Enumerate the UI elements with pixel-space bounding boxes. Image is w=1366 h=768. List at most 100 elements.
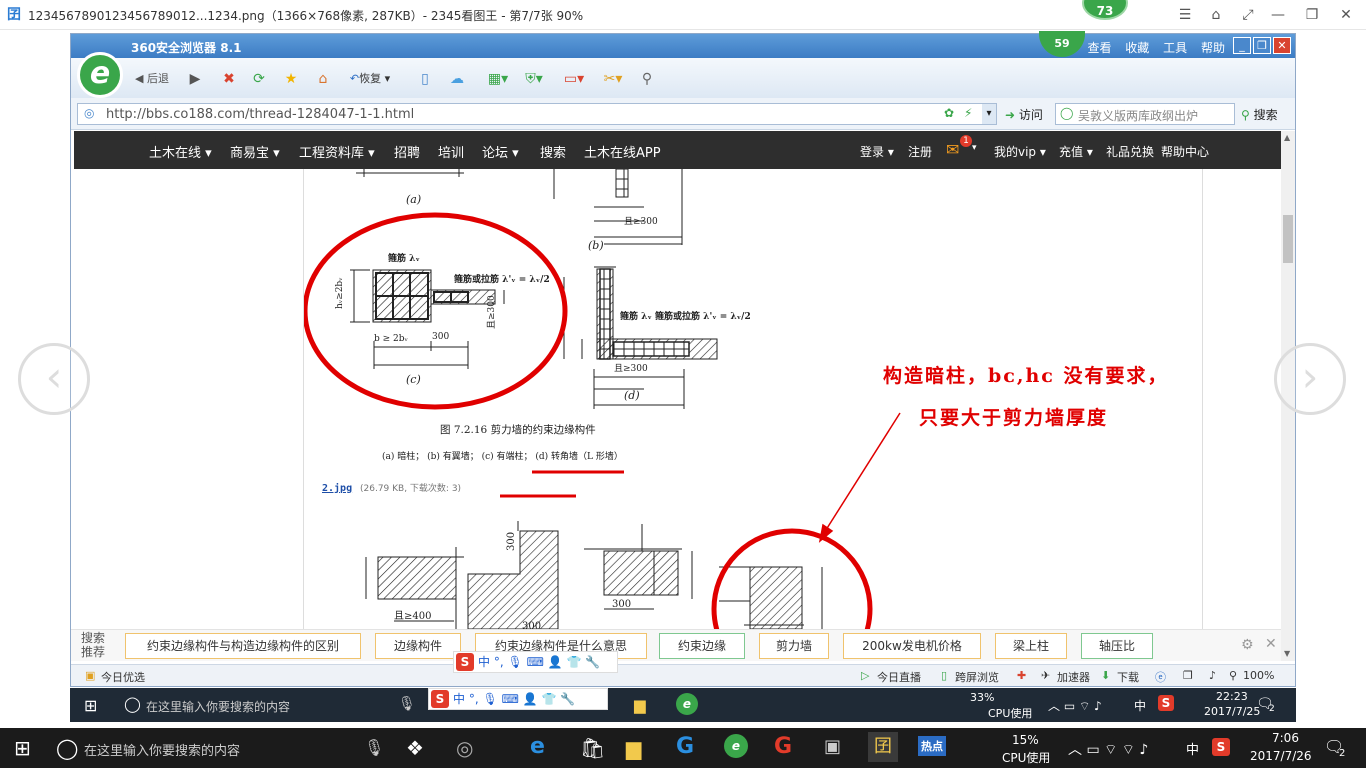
menu-favorites[interactable]: 收藏: [1125, 41, 1149, 55]
cloud-icon[interactable]: ☁: [443, 69, 471, 89]
cortana-icon[interactable]: ◯: [124, 695, 141, 713]
nav-app[interactable]: 土木在线APP: [584, 142, 661, 161]
close-icon[interactable]: ✕: [1338, 7, 1354, 23]
ime-toolbar[interactable]: S中 °, 🎙 ⌨ 👤 👕 🔧: [453, 651, 618, 673]
nav-shangyibao[interactable]: 商易宝 ▾: [230, 142, 280, 161]
status-zoom[interactable]: 100%: [1243, 669, 1274, 682]
nav-search[interactable]: 搜索: [540, 142, 566, 161]
image-app-icon[interactable]: ▣: [824, 736, 841, 757]
tray-icons[interactable]: ︿ ▭ ⌔ ♪: [1048, 697, 1102, 714]
search-input[interactable]: ◯ 吴敦义版两库政纲出炉: [1055, 103, 1235, 125]
nav-forum[interactable]: 论坛 ▾: [482, 142, 519, 161]
nav-register[interactable]: 注册: [908, 143, 932, 160]
back-button[interactable]: ◀ 后退: [129, 69, 175, 89]
menu-tools[interactable]: 工具: [1163, 41, 1187, 55]
nav-training[interactable]: 培训: [438, 142, 464, 161]
store-icon[interactable]: 🛍: [580, 736, 605, 760]
mic-icon[interactable]: 🎙: [398, 696, 416, 712]
ie-icon[interactable]: ⓔ: [1155, 669, 1166, 685]
visit-button[interactable]: ➜ 访问: [1005, 106, 1043, 123]
scroll-up-icon[interactable]: ▲: [1284, 133, 1290, 142]
close-recommend-icon[interactable]: ✕: [1265, 636, 1277, 652]
ime-toolbar-taskbar[interactable]: S中 °, 🎙 ⌨ 👤 👕 🔧: [428, 688, 608, 710]
sogou-tray-icon[interactable]: S: [1158, 695, 1174, 711]
skin-icon[interactable]: ⌂: [1208, 7, 1224, 23]
translate-icon[interactable]: ▭▾: [561, 69, 587, 89]
browser-close-button[interactable]: ✕: [1273, 37, 1291, 54]
nav-library[interactable]: 工程资料库 ▾: [299, 142, 375, 161]
attachment-link[interactable]: 2.jpg: [322, 482, 352, 494]
minimize-icon[interactable]: —: [1270, 7, 1286, 23]
screenshot-icon[interactable]: ✂▾: [599, 69, 627, 89]
restore-button[interactable]: ↶恢复 ▾: [345, 69, 395, 89]
inner-lang[interactable]: 中: [1134, 697, 1146, 714]
app-g-icon[interactable]: G: [676, 734, 694, 759]
browser-360-icon[interactable]: e: [676, 693, 698, 715]
address-dropdown-icon[interactable]: ▾: [982, 104, 996, 124]
status-window[interactable]: 跨屏浏览: [955, 669, 999, 685]
forward-icon[interactable]: ▶: [185, 69, 205, 89]
windows-start-icon[interactable]: ⊞: [84, 696, 97, 715]
inner-search-box[interactable]: 在这里输入你要搜索的内容: [146, 698, 290, 715]
apps-icon[interactable]: ▦▾: [485, 69, 511, 89]
nav-my-vip[interactable]: 我的vip ▾: [994, 143, 1046, 160]
cortana-icon[interactable]: ◯: [56, 736, 78, 760]
recommend-chip[interactable]: 梁上柱: [995, 633, 1067, 659]
scroll-down-icon[interactable]: ▼: [1284, 649, 1290, 658]
recommend-chip[interactable]: 200kw发电机价格: [843, 633, 981, 659]
status-live[interactable]: 今日直播: [877, 669, 921, 685]
outer-search-box[interactable]: 在这里输入你要搜索的内容: [84, 740, 240, 759]
status-download[interactable]: 下载: [1117, 669, 1139, 685]
mic-icon[interactable]: 🎙: [364, 738, 384, 757]
explorer-icon[interactable]: ▆: [626, 736, 641, 760]
recommend-chip[interactable]: 约束边缘: [659, 633, 745, 659]
maximize-icon[interactable]: ❐: [1304, 7, 1320, 23]
recommend-chip[interactable]: 边缘构件: [375, 633, 461, 659]
recommend-chip[interactable]: 约束边缘构件与构造边缘构件的区别: [125, 633, 361, 659]
favorite-star-icon[interactable]: ★: [281, 69, 301, 89]
edge-icon[interactable]: e: [530, 734, 545, 759]
menu-help[interactable]: 帮助: [1201, 41, 1225, 55]
home-icon[interactable]: ⌂: [313, 69, 333, 89]
hot-news-icon[interactable]: 热点: [918, 736, 946, 756]
previous-image-button[interactable]: ‹: [18, 343, 90, 415]
nav-recharge[interactable]: 充值 ▾: [1059, 143, 1093, 160]
nav-gifts[interactable]: 礼品兑换: [1106, 143, 1154, 160]
fullscreen-icon[interactable]: ⤢: [1240, 7, 1256, 23]
plus-icon[interactable]: ✚: [1017, 669, 1026, 682]
settings-icon[interactable]: ⚙: [1241, 637, 1254, 653]
outer-lang[interactable]: 中: [1186, 739, 1199, 758]
nav-jobs[interactable]: 招聘: [394, 142, 420, 161]
browser-360-icon[interactable]: e: [724, 734, 748, 758]
stop-icon[interactable]: ✖: [219, 69, 239, 89]
browser-maximize-button[interactable]: ❐: [1253, 37, 1271, 54]
menu-view[interactable]: 查看: [1087, 41, 1111, 55]
volume-icon[interactable]: ♪: [1209, 669, 1216, 682]
app-g-red-icon[interactable]: G: [774, 734, 792, 759]
2345-viewer-icon[interactable]: 囝: [868, 732, 898, 762]
shield-icon[interactable]: ⛨▾: [521, 69, 547, 89]
menu-icon[interactable]: ☰: [1177, 7, 1193, 23]
speed-mode-icon[interactable]: ⚡: [964, 106, 972, 120]
recommend-chip[interactable]: 轴压比: [1081, 633, 1153, 659]
tray-icons[interactable]: ︿ ▭ ⌔ ⌔ ♪: [1068, 739, 1148, 759]
folder-icon[interactable]: ▆: [634, 696, 646, 714]
address-input[interactable]: ◎ http://bbs.co188.com/thread-1284047-1-…: [77, 103, 997, 125]
sogou-tray-icon[interactable]: S: [1212, 738, 1230, 756]
compat-icon[interactable]: ✿: [944, 106, 954, 120]
scroll-thumb[interactable]: [1283, 215, 1293, 263]
mail-icon[interactable]: ✉: [946, 140, 959, 159]
task-view-icon[interactable]: ❖: [406, 736, 424, 760]
refresh-icon[interactable]: ⟳: [249, 69, 269, 89]
search-button[interactable]: ⚲ 搜索: [1241, 106, 1278, 123]
status-accel[interactable]: 加速器: [1057, 669, 1090, 685]
status-today[interactable]: 今日优选: [101, 669, 145, 685]
mail-dropdown-icon[interactable]: ▾: [972, 143, 977, 153]
next-image-button[interactable]: ›: [1274, 343, 1346, 415]
nav-help[interactable]: 帮助中心: [1161, 143, 1209, 160]
phone-icon[interactable]: ▯: [415, 69, 435, 89]
nav-civil-online[interactable]: 土木在线 ▾: [149, 142, 212, 161]
browser-minimize-button[interactable]: _: [1233, 37, 1251, 54]
spiral-app-icon[interactable]: ◎: [456, 736, 473, 760]
tabs-icon[interactable]: ❐: [1183, 669, 1193, 682]
